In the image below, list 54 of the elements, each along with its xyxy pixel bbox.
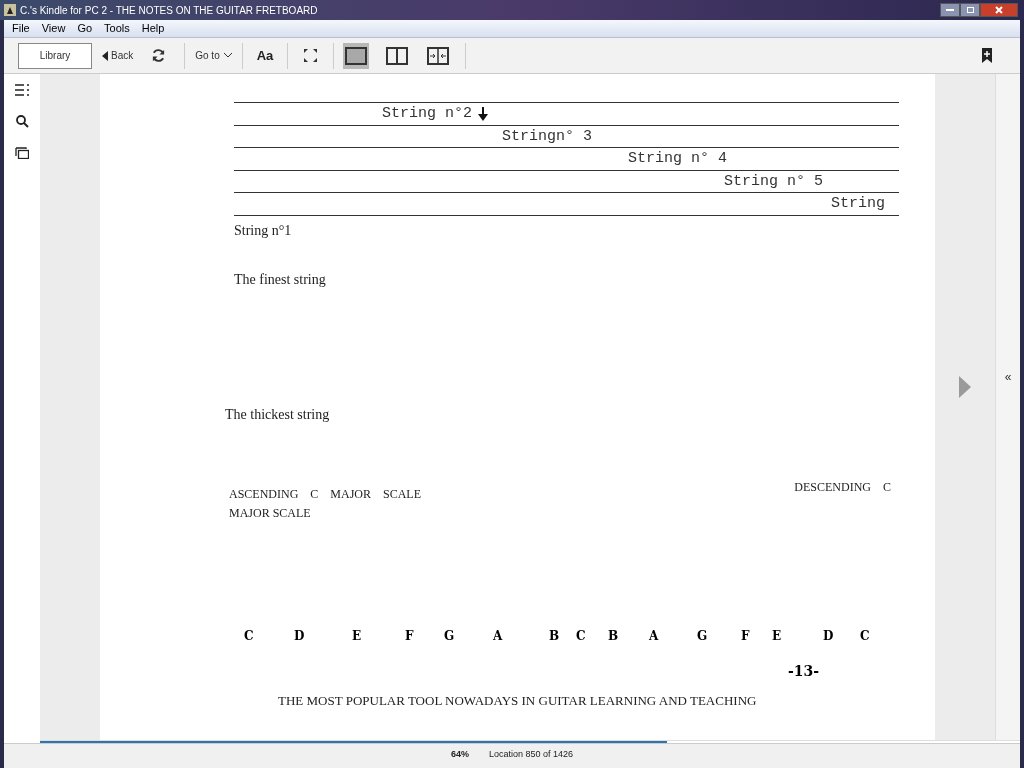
string-label: String n°2 bbox=[382, 104, 472, 124]
menu-item[interactable]: Help bbox=[141, 20, 165, 37]
table-of-contents-icon[interactable] bbox=[15, 84, 29, 96]
bookmark-icon[interactable] bbox=[982, 48, 992, 63]
page-layout-button[interactable] bbox=[343, 42, 370, 69]
footer-text: THE MOST POPULAR TOOL NOWADAYS IN GUITAR LEARNING AND TEACHING bbox=[278, 692, 757, 708]
location-text: Location 850 of 1426 bbox=[488, 747, 574, 761]
menu-item[interactable]: View bbox=[41, 20, 66, 37]
go-to-button[interactable]: Go to bbox=[195, 48, 232, 63]
note-letter: E bbox=[772, 627, 782, 645]
refresh-icon[interactable] bbox=[151, 48, 167, 63]
page-number: -13- bbox=[787, 661, 819, 681]
heading-text: DESCENDING C bbox=[794, 478, 891, 496]
string-label: Stringn° 3 bbox=[502, 126, 592, 147]
progress-percent: 64% bbox=[450, 747, 469, 761]
cards-icon[interactable] bbox=[15, 147, 29, 159]
minimize-button[interactable] bbox=[940, 3, 960, 17]
string-label: String n° 4 bbox=[628, 149, 728, 169]
note-letter: G bbox=[697, 627, 708, 645]
note-letter: B bbox=[608, 627, 619, 645]
menu-item[interactable]: Tools bbox=[104, 20, 130, 37]
note-letter: D bbox=[823, 627, 834, 645]
expand-panel-button[interactable]: « bbox=[1004, 368, 1012, 386]
heading-text: ASCENDING C MAJOR SCALE MAJOR SCALE bbox=[229, 485, 423, 522]
window-title: C.'s Kindle for PC 2 - THE NOTES ON THE GUITAR FRETBOARD bbox=[20, 3, 318, 18]
full-screen-icon[interactable] bbox=[304, 49, 318, 62]
maximize-button[interactable] bbox=[960, 3, 980, 17]
note-letter: C bbox=[244, 627, 254, 645]
close-icon bbox=[995, 6, 1003, 14]
string-label: String n° 5 bbox=[724, 171, 824, 192]
note-letter: C bbox=[860, 627, 870, 645]
body-text: The thickest string bbox=[225, 406, 330, 422]
string-label: String bbox=[831, 194, 885, 214]
note-letter: A bbox=[493, 627, 503, 645]
search-icon[interactable] bbox=[15, 115, 29, 128]
string-label: String n°1 bbox=[234, 222, 292, 238]
left-triangle-icon bbox=[102, 50, 108, 61]
back-button[interactable]: Back bbox=[102, 48, 134, 63]
note-letter: A bbox=[649, 627, 659, 645]
chevron-down-icon bbox=[223, 53, 232, 58]
menu-item[interactable]: File bbox=[12, 20, 30, 37]
note-letter: F bbox=[405, 627, 414, 645]
note-letter: E bbox=[352, 627, 362, 645]
note-letter: F bbox=[741, 627, 750, 645]
library-button[interactable]: Library bbox=[18, 42, 92, 69]
font-button[interactable]: Aa bbox=[256, 45, 274, 66]
note-letter: C bbox=[576, 627, 586, 645]
app-icon bbox=[4, 4, 16, 16]
menu-item[interactable]: Go bbox=[77, 20, 93, 37]
body-text: The finest string bbox=[234, 271, 326, 287]
close-button[interactable] bbox=[980, 3, 1018, 17]
note-letter: D bbox=[294, 627, 305, 645]
note-letter: B bbox=[549, 627, 560, 645]
note-letter: G bbox=[444, 627, 455, 645]
